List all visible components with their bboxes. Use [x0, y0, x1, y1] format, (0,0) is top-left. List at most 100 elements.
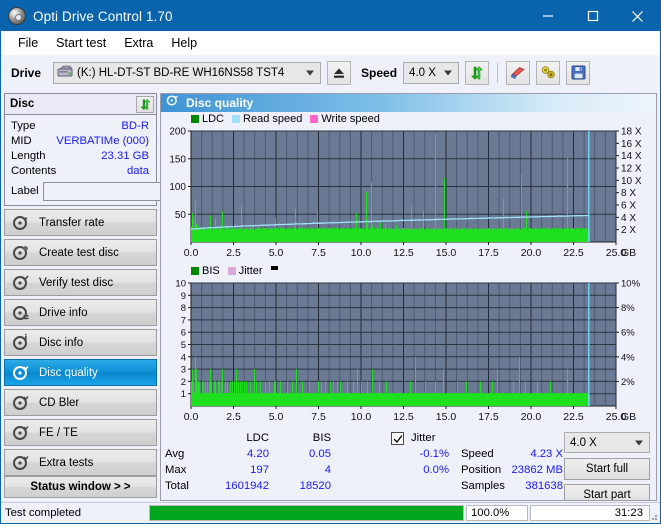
svg-text:16 X: 16 X — [621, 139, 642, 150]
disc-row-type-value: BD-R — [121, 120, 149, 132]
stats-total-ldc: 1601942 — [203, 480, 269, 492]
svg-text:6%: 6% — [621, 328, 635, 339]
stats-samples-value: 381638 — [501, 480, 563, 492]
stats-speed-label: Speed — [461, 448, 494, 460]
sidebar-item-disc-quality[interactable]: Disc quality — [4, 359, 157, 386]
legend-label-write-speed: Write speed — [321, 113, 380, 125]
stats-jitter-avg: -0.1% — [389, 448, 449, 460]
disc-refresh-button[interactable] — [136, 96, 154, 113]
bis-legend: BIS Jitter — [161, 264, 656, 278]
disc-speed-icon — [12, 214, 30, 232]
status-bar: Test completed 100.0% 31:23 — [1, 502, 660, 523]
svg-text:4 X: 4 X — [621, 213, 636, 224]
svg-text:22.5: 22.5 — [563, 247, 584, 259]
disc-fete-icon — [12, 424, 30, 442]
maximize-button[interactable] — [570, 1, 615, 31]
sidebar-item-label: Drive info — [39, 307, 88, 319]
optical-drive-icon — [57, 65, 73, 80]
close-button[interactable] — [615, 1, 660, 31]
sidebar-item-fe-te[interactable]: FE / TE — [4, 419, 157, 446]
disc-extra-icon — [12, 454, 30, 472]
svg-text:2.5: 2.5 — [226, 247, 241, 259]
status-window-button[interactable]: Status window > > — [4, 476, 157, 498]
sidebar-item-label: Create test disc — [39, 247, 119, 259]
svg-text:20.0: 20.0 — [521, 247, 542, 259]
test-speed-select[interactable]: 4.0 X — [564, 432, 650, 453]
start-full-button[interactable]: Start full — [564, 458, 650, 480]
eject-button[interactable] — [327, 61, 351, 85]
stats-jitter-max: 0.0% — [389, 464, 449, 476]
svg-text:12.5: 12.5 — [393, 411, 414, 423]
disc-quality-icon — [166, 94, 179, 112]
disc-bler-icon — [12, 394, 30, 412]
disc-row-contents: Contents data — [5, 163, 156, 178]
disc-panel-header: Disc — [5, 94, 156, 115]
menu-start-test[interactable]: Start test — [47, 33, 115, 53]
chevron-down-icon — [306, 70, 314, 75]
sidebar-item-disc-info[interactable]: Disc info — [4, 329, 157, 356]
plug-settings-button[interactable] — [536, 61, 560, 85]
menu-extra[interactable]: Extra — [115, 33, 162, 53]
svg-text:3: 3 — [181, 365, 186, 376]
svg-text:14 X: 14 X — [621, 151, 642, 162]
svg-text:200: 200 — [169, 127, 186, 138]
resize-grip[interactable] — [648, 511, 658, 521]
stats-position-value: 23862 MB — [501, 464, 563, 476]
disc-row-type: Type BD-R — [5, 118, 156, 133]
svg-text:4%: 4% — [621, 352, 635, 363]
chevron-down-icon — [444, 70, 452, 75]
speed-select[interactable]: 4.0 X — [403, 62, 459, 84]
legend-marker-black — [271, 266, 278, 270]
minimize-button[interactable] — [525, 1, 570, 31]
menu-help[interactable]: Help — [162, 33, 206, 53]
jitter-checkbox[interactable] — [391, 432, 404, 445]
stats-row-total: Total — [165, 480, 189, 492]
bis-chart-container: BIS Jitter 123456789102%4%6%8%10%0.02.55… — [161, 264, 656, 428]
sidebar-item-label: FE / TE — [39, 427, 78, 439]
refresh-button[interactable] — [465, 61, 489, 85]
content-area: Disc Type BD-R MID VERB — [1, 90, 660, 501]
svg-text:2 X: 2 X — [621, 225, 636, 236]
save-button[interactable] — [566, 61, 590, 85]
stats-avg-ldc: 4.20 — [213, 448, 269, 460]
stats-position-label: Position — [461, 464, 501, 476]
progress-bar-fill — [150, 506, 463, 520]
sidebar-item-extra-tests[interactable]: Extra tests — [4, 449, 157, 476]
ldc-chart[interactable]: 501001502002 X4 X6 X8 X10 X12 X14 X16 X1… — [161, 126, 654, 264]
sidebar-item-transfer-rate[interactable]: Transfer rate — [4, 209, 157, 236]
disc-row-mid-value: VERBATIMe (000) — [56, 135, 149, 147]
disc-quality-icon — [12, 364, 30, 382]
legend-swatch-jitter — [228, 267, 236, 275]
drive-info-icon — [12, 304, 30, 322]
sidebar-item-cd-bler[interactable]: CD Bler — [4, 389, 157, 416]
sidebar-item-create-test-disc[interactable]: Create test disc — [4, 239, 157, 266]
svg-text:17.5: 17.5 — [478, 247, 499, 259]
disc-label-caption: Label — [11, 185, 39, 197]
drive-select[interactable]: (K:) HL-DT-ST BD-RE WH16NS58 TST4 — [53, 62, 321, 84]
legend-label-ldc: LDC — [202, 113, 224, 125]
app-window: Opti Drive Control 1.70 File Start test … — [0, 0, 661, 524]
erase-button[interactable] — [506, 61, 530, 85]
stats-speed-value: 4.23 X — [501, 448, 563, 460]
sidebar-item-verify-test-disc[interactable]: Verify test disc — [4, 269, 157, 296]
menu-file[interactable]: File — [9, 33, 47, 53]
svg-text:150: 150 — [169, 154, 186, 165]
legend-swatch-bis — [191, 267, 199, 275]
svg-text:2: 2 — [181, 377, 186, 388]
legend-label-jitter: Jitter — [239, 265, 263, 277]
sidebar-item-label: CD Bler — [39, 397, 79, 409]
svg-text:4: 4 — [181, 352, 186, 363]
legend-label-read-speed: Read speed — [243, 113, 302, 125]
chevron-down-icon — [635, 440, 643, 445]
disc-row-contents-value: data — [127, 165, 149, 177]
svg-text:2%: 2% — [621, 377, 635, 388]
legend-item-jitter: Jitter — [228, 265, 263, 277]
svg-text:10.0: 10.0 — [351, 247, 372, 259]
sidebar-item-drive-info[interactable]: Drive info — [4, 299, 157, 326]
svg-text:6: 6 — [181, 328, 186, 339]
svg-text:15.0: 15.0 — [436, 247, 457, 259]
start-part-button[interactable]: Start part — [564, 484, 650, 501]
bis-chart[interactable]: 123456789102%4%6%8%10%0.02.55.07.510.012… — [161, 278, 654, 428]
disc-quality-panel: Disc quality LDC Read speed Write speed — [160, 93, 657, 501]
legend-swatch-read-speed — [232, 115, 240, 123]
